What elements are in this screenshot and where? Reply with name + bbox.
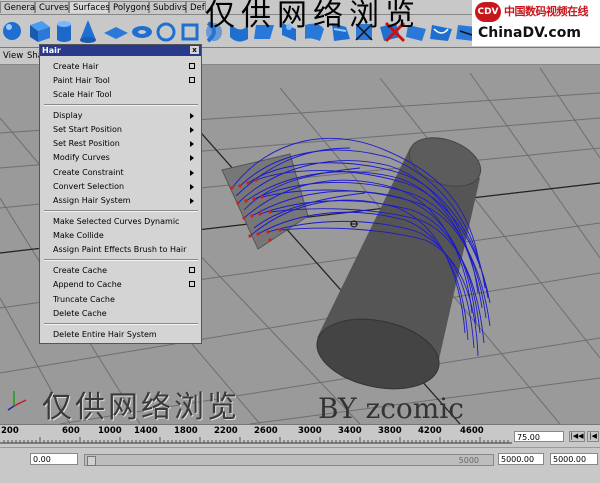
range-slider-bar: 0.00 5000 5000.00 5000.00 — [0, 447, 600, 470]
menu-separator — [44, 210, 198, 212]
tab-curves[interactable]: Curves — [35, 1, 69, 13]
tick-label: 3400 — [338, 426, 362, 436]
start-time-field[interactable]: 0.00 — [30, 453, 78, 465]
option-box-icon[interactable] — [189, 267, 195, 273]
menu-item-make-selected-curves-dynamic[interactable]: Make Selected Curves Dynamic — [53, 217, 179, 226]
go-to-start-button[interactable]: |◀◀ — [569, 431, 585, 442]
menu-item-scale-hair-tool[interactable]: Scale Hair Tool — [53, 90, 112, 99]
range-slider-handle[interactable] — [87, 456, 96, 466]
playback-end-field[interactable]: 5000.00 — [550, 453, 598, 465]
chinadv-logo: CDV 中国数码视频在线 ChinaDV.com — [472, 0, 600, 46]
circle-icon[interactable] — [156, 22, 176, 42]
tick-label: 1400 — [134, 426, 158, 436]
time-slider[interactable]: 200 600 1000 1400 1800 2200 2600 3000 34… — [0, 424, 600, 447]
menu-item-truncate-cache[interactable]: Truncate Cache — [53, 295, 115, 304]
tick-label: 2600 — [254, 426, 278, 436]
menu-item-set-start-position[interactable]: Set Start Position — [53, 125, 122, 134]
menu-item-set-rest-position[interactable]: Set Rest Position — [53, 139, 120, 148]
menu-item-display[interactable]: Display — [53, 111, 83, 120]
menu-item-convert-selection[interactable]: Convert Selection — [53, 182, 124, 191]
menu-item-paint-hair-tool[interactable]: Paint Hair Tool — [53, 76, 110, 85]
submenu-arrow-icon — [190, 184, 194, 190]
tick-label: 3000 — [298, 426, 322, 436]
cone-icon[interactable] — [80, 20, 96, 43]
menu-item-create-constraint[interactable]: Create Constraint — [53, 168, 124, 177]
torus-icon[interactable] — [132, 26, 152, 38]
menu-item-assign-hair-system[interactable]: Assign Hair System — [53, 196, 131, 205]
tick-label: 2200 — [214, 426, 238, 436]
hair-menu-title[interactable]: Hair x — [40, 45, 201, 56]
menu-separator — [44, 323, 198, 325]
tab-deformation[interactable]: Def — [186, 1, 206, 13]
sphere-icon[interactable] — [3, 22, 21, 40]
option-box-icon[interactable] — [189, 63, 195, 69]
tick-label: 1000 — [98, 426, 122, 436]
option-box-icon[interactable] — [189, 281, 195, 287]
menu-item-create-hair[interactable]: Create Hair — [53, 62, 99, 71]
submenu-arrow-icon — [190, 127, 194, 133]
axis-gizmo — [7, 391, 27, 411]
end-time-field[interactable]: 5000.00 — [498, 453, 544, 465]
tick-label: 600 — [62, 426, 80, 436]
step-back-button[interactable]: |◀ — [587, 431, 599, 442]
current-time-field[interactable]: 75.00 — [514, 431, 564, 442]
hair-menu-title-text: Hair — [42, 46, 61, 55]
tab-surfaces[interactable]: Surfaces — [69, 1, 110, 13]
square-icon[interactable] — [181, 23, 199, 41]
menu-item-delete-cache[interactable]: Delete Cache — [53, 309, 107, 318]
menu-view[interactable]: View — [3, 51, 23, 61]
close-button[interactable]: x — [190, 46, 199, 54]
tick-label: 1800 — [174, 426, 198, 436]
cylinder-icon[interactable] — [57, 21, 71, 42]
top-watermark: 仅供网络浏览 — [205, 0, 421, 33]
menu-separator — [44, 259, 198, 261]
tick-label: 3800 — [378, 426, 402, 436]
tab-subdivs[interactable]: Subdivs — [149, 1, 186, 13]
plane-icon[interactable] — [104, 27, 128, 39]
submenu-arrow-icon — [190, 113, 194, 119]
tick-label: 200 — [1, 426, 19, 436]
logo-chinese-text: 中国数码视频在线 — [504, 5, 589, 18]
hair-menu: Hair x Create Hair Paint Hair Tool Scale… — [39, 44, 202, 344]
menu-item-make-collide[interactable]: Make Collide — [53, 231, 104, 240]
tick-label: 4600 — [460, 426, 484, 436]
tick-label: 4200 — [418, 426, 442, 436]
range-slider-end-label: 5000 — [458, 456, 479, 465]
command-line-bar — [0, 469, 600, 483]
trim-icon[interactable] — [430, 25, 452, 41]
submenu-arrow-icon — [190, 141, 194, 147]
watermark-credit: BY zcomic — [318, 392, 464, 425]
menu-separator — [44, 104, 198, 106]
range-slider[interactable]: 5000 — [84, 454, 494, 466]
menu-item-assign-paint-effects-brush[interactable]: Assign Paint Effects Brush to Hair — [53, 245, 186, 254]
menu-item-append-to-cache[interactable]: Append to Cache — [53, 280, 122, 289]
menu-item-create-cache[interactable]: Create Cache — [53, 266, 107, 275]
time-ruler[interactable]: 200 600 1000 1400 1800 2200 2600 3000 34… — [0, 425, 512, 447]
cube-icon[interactable] — [30, 21, 50, 42]
tab-polygons[interactable]: Polygons — [109, 1, 151, 13]
menu-item-delete-entire-hair-system[interactable]: Delete Entire Hair System — [53, 330, 157, 339]
submenu-arrow-icon — [190, 198, 194, 204]
submenu-arrow-icon — [190, 155, 194, 161]
logo-badge: CDV — [475, 2, 501, 22]
submenu-arrow-icon — [190, 170, 194, 176]
menu-item-modify-curves[interactable]: Modify Curves — [53, 153, 110, 162]
hair-plane[interactable] — [221, 153, 309, 250]
option-box-icon[interactable] — [189, 77, 195, 83]
bottom-watermark: 仅供网络浏览 — [42, 390, 240, 425]
tab-general[interactable]: General — [0, 1, 38, 13]
logo-english-text: ChinaDV.com — [478, 25, 581, 41]
